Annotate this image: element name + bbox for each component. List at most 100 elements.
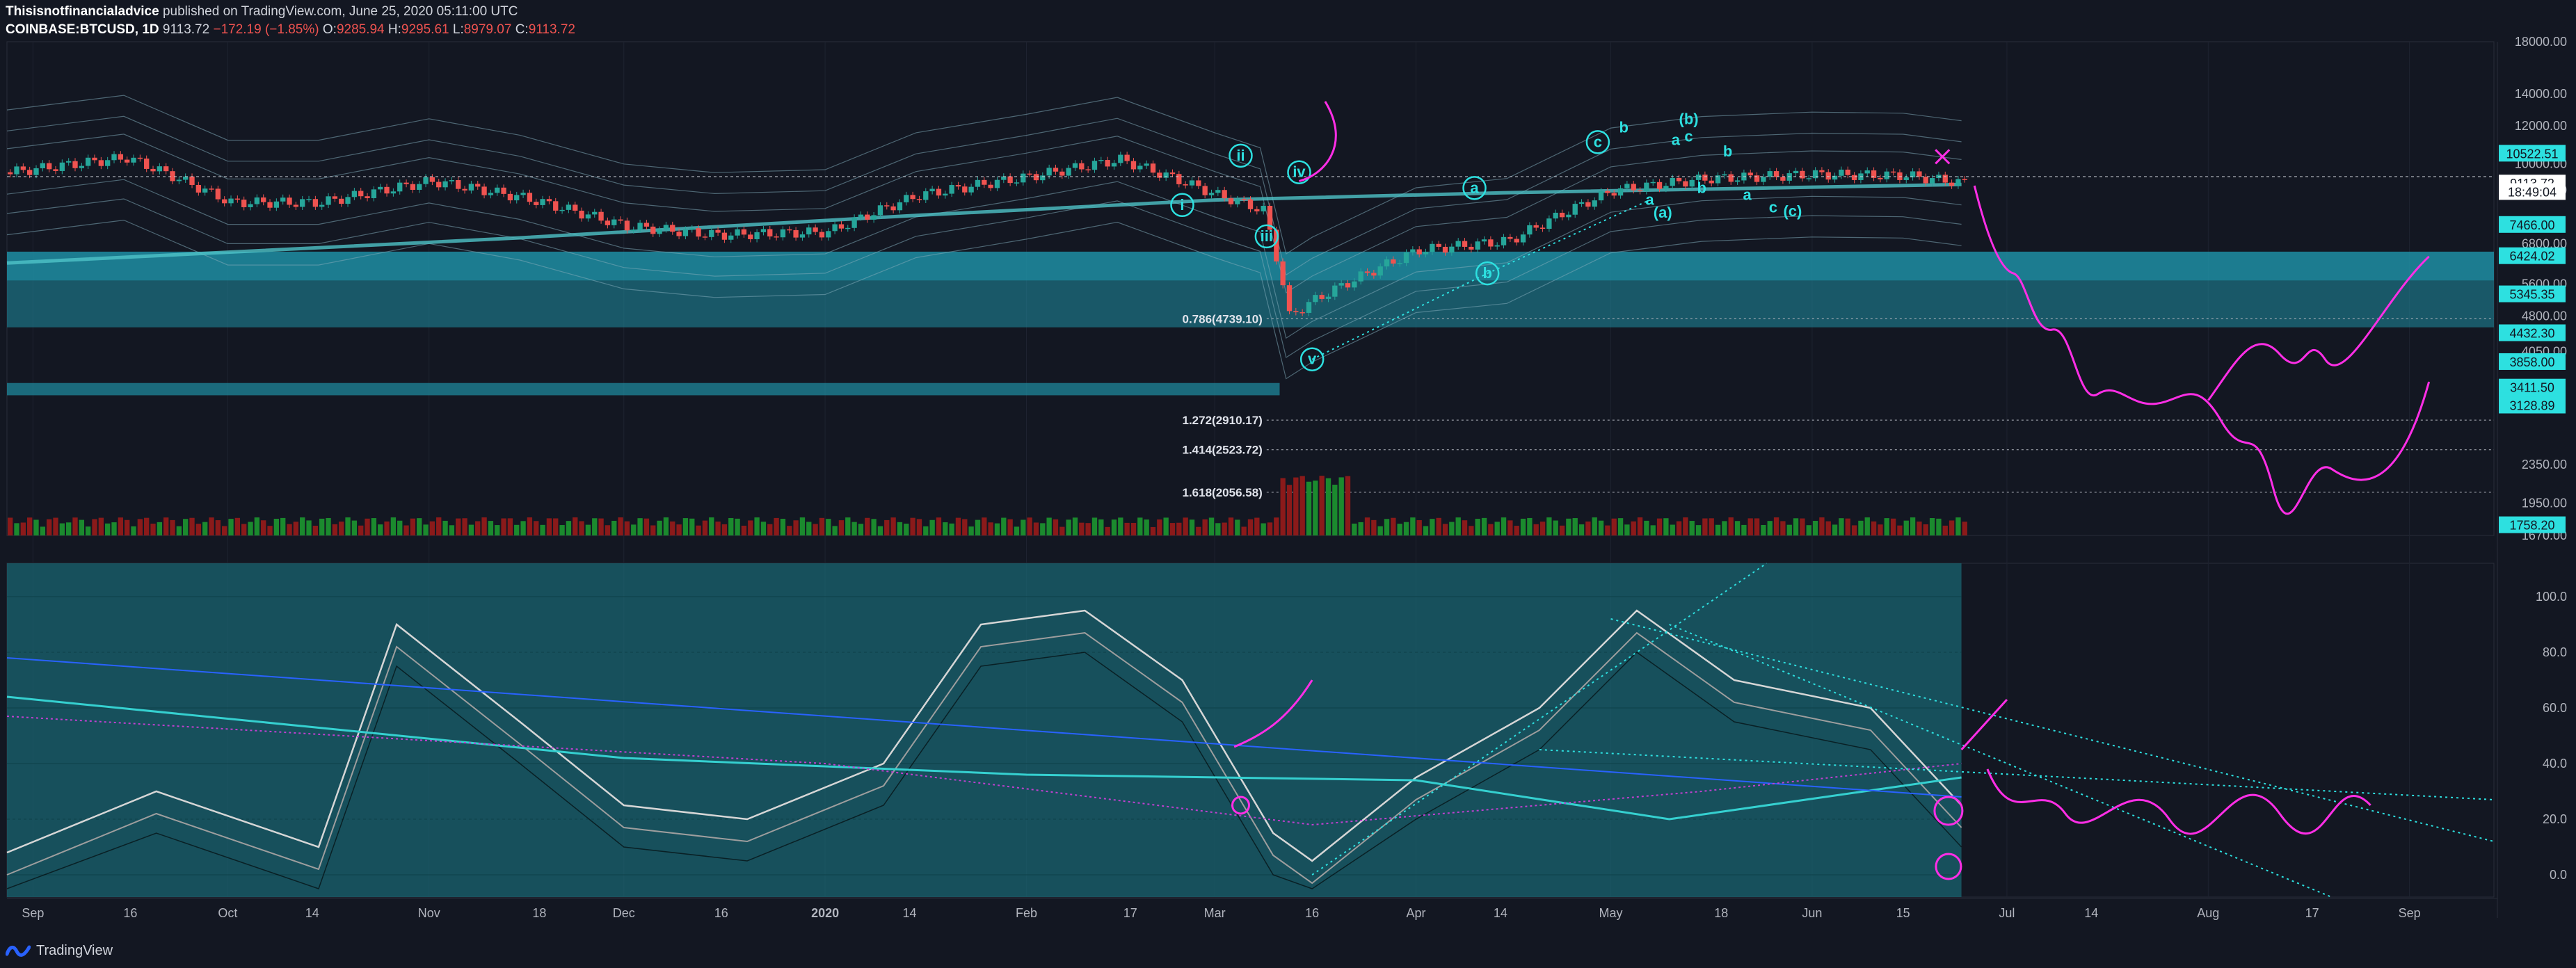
candle-body	[390, 191, 397, 194]
volume-bar	[1786, 524, 1792, 535]
candle-body	[838, 224, 845, 229]
fib-level-label: 1.618(2056.58)	[1183, 486, 1263, 499]
candle-body	[520, 193, 526, 195]
volume-bar	[98, 517, 104, 535]
volume-bar	[1150, 526, 1156, 535]
volume-bar	[1332, 484, 1338, 535]
demand-zone-lower[interactable]	[7, 382, 1280, 396]
candle-body	[1299, 312, 1305, 314]
volume-bar	[442, 520, 448, 535]
candle-body	[1436, 243, 1441, 247]
candle-body	[1176, 174, 1182, 184]
resistance-zone-upper[interactable]	[7, 251, 2494, 281]
volume-bar	[79, 519, 85, 535]
candle-body	[1605, 191, 1610, 193]
candle-body	[1105, 160, 1110, 167]
projection-path-bearish[interactable]	[1973, 185, 2431, 515]
volume-bar	[1929, 517, 1935, 535]
volume-bar	[1527, 517, 1533, 535]
volume-bar	[332, 524, 338, 535]
candle-body	[936, 188, 942, 196]
candle-body	[1903, 177, 1909, 180]
tradingview-watermark[interactable]: TradingView	[6, 940, 113, 961]
annotation-arrow[interactable]	[1960, 698, 2008, 751]
candle-body	[351, 191, 358, 197]
candle-body	[449, 180, 455, 182]
volume-bar	[358, 525, 364, 535]
candle-body	[306, 199, 312, 200]
volume-bar	[696, 525, 701, 535]
volume-bar	[1403, 522, 1409, 535]
oscillator-axis-tick: 60.0	[2543, 701, 2567, 715]
volume-bar	[1851, 525, 1857, 535]
btc-chart[interactable]: 0.786(4739.10) 1.272(2910.17) 1.414(2523.7…	[0, 0, 2576, 968]
volume-bar	[1436, 517, 1441, 535]
volume-bar	[1416, 520, 1422, 535]
candle-body	[1676, 177, 1682, 182]
candle-body	[910, 195, 915, 200]
candle-body	[1488, 239, 1494, 247]
volume-bar	[1864, 517, 1870, 535]
volume-bar	[319, 518, 325, 535]
candle-body	[1085, 169, 1091, 170]
volume-bar	[1040, 523, 1046, 535]
candle-body	[1222, 190, 1227, 199]
oscillator-axis-tick: 40.0	[2543, 757, 2567, 771]
volume-bar	[1917, 521, 1922, 535]
volume-bar	[92, 519, 97, 535]
wave-label: c	[1684, 127, 1693, 145]
candle-body	[904, 195, 909, 202]
candle-body	[1566, 214, 1571, 218]
wave-label: b	[1697, 179, 1706, 196]
volume-bar	[378, 524, 383, 535]
volume-bar	[1371, 519, 1377, 535]
candle-body	[215, 188, 221, 200]
volume-bar	[813, 524, 818, 535]
candle-body	[1391, 259, 1396, 264]
volume-bar	[650, 525, 656, 535]
candle-body	[1578, 202, 1585, 204]
candle-body	[273, 201, 280, 208]
candle-body	[8, 172, 13, 175]
volume-bar	[1800, 518, 1805, 535]
volume-bar	[1695, 525, 1702, 535]
candle-body	[780, 229, 786, 238]
volume-bar	[468, 524, 474, 535]
volume-bar	[1293, 477, 1299, 535]
oscillator-projection-path[interactable]	[1986, 768, 2371, 835]
candle-body	[86, 157, 91, 166]
candle-body	[254, 197, 260, 204]
candle-body	[319, 204, 325, 207]
volume-bar	[163, 517, 169, 535]
candle-body	[417, 184, 422, 190]
volume-bar	[1352, 523, 1357, 535]
volume-bar	[1261, 523, 1266, 535]
volume-bar	[1878, 524, 1883, 535]
volume-bar	[273, 519, 280, 535]
volume-bar	[1644, 520, 1649, 535]
fib-level-label: 1.414(2523.72)	[1183, 444, 1263, 457]
candle-body	[943, 193, 948, 196]
volume-bar	[1488, 524, 1494, 535]
candle-body	[1839, 169, 1844, 176]
candle-body	[125, 159, 130, 163]
volume-bar	[1274, 517, 1279, 535]
volume-bar	[767, 524, 773, 535]
candle-body	[1734, 180, 1741, 182]
candle-body	[157, 166, 163, 172]
candle-body	[1293, 311, 1299, 312]
candle-body	[410, 184, 416, 190]
candle-body	[1514, 239, 1519, 243]
volume-bar	[598, 518, 604, 535]
candle-body	[436, 182, 442, 188]
wave-label: a	[1470, 179, 1479, 196]
volume-bar	[715, 522, 721, 535]
volume-bar	[1566, 518, 1571, 535]
wave-label: ii	[1236, 147, 1245, 164]
volume-bar	[241, 524, 247, 535]
volume-bar	[1637, 517, 1643, 535]
candle-body	[1533, 225, 1539, 228]
volume-bar	[1702, 518, 1708, 535]
volume-bar	[877, 526, 883, 535]
volume-bar	[592, 518, 598, 535]
